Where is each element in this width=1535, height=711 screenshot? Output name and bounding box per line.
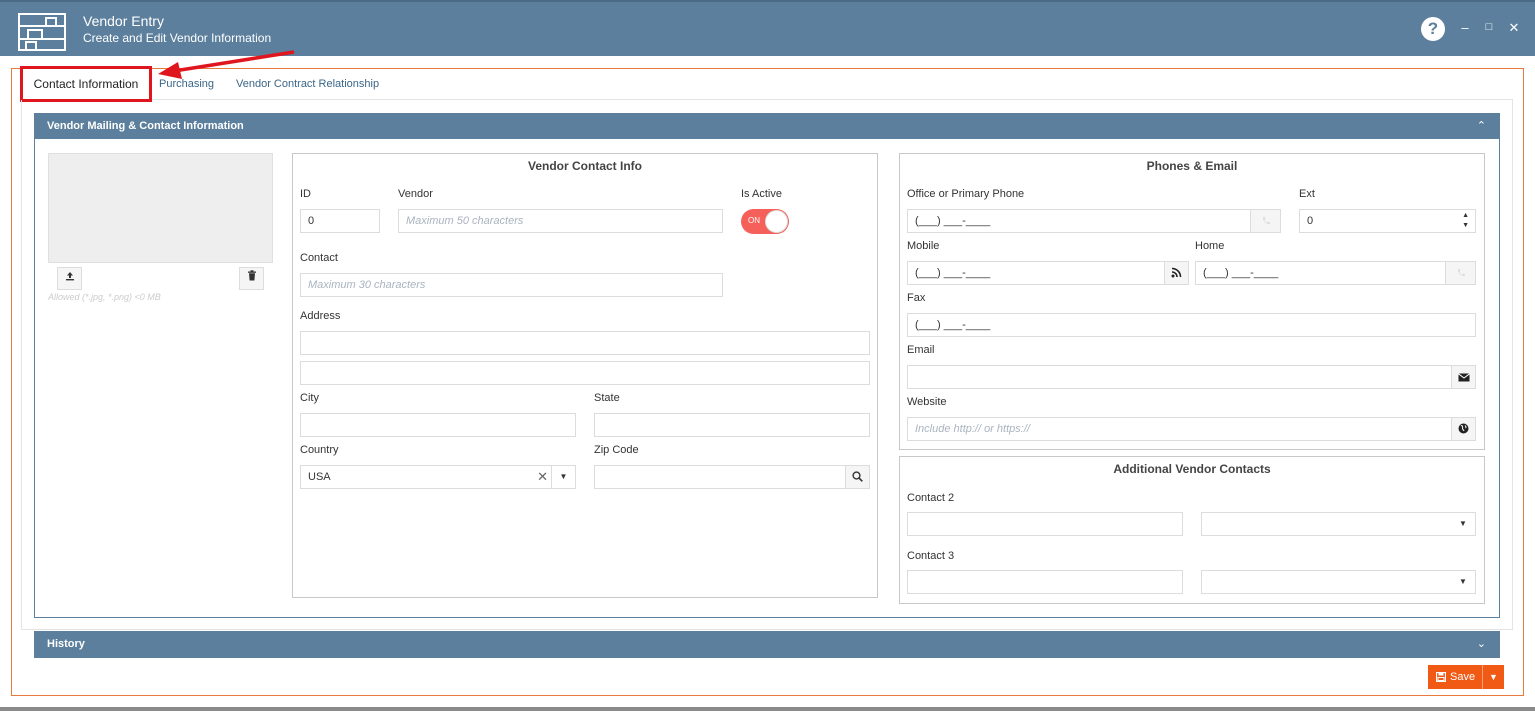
ext-input[interactable]: 0 ▲ ▼ <box>1299 209 1476 233</box>
country-value: USA <box>308 471 331 483</box>
zip-search-button[interactable] <box>845 465 870 489</box>
contact-input[interactable]: Maximum 30 characters <box>300 273 723 297</box>
fax-input[interactable]: (___) ___-____ <box>907 313 1476 337</box>
vendor-input[interactable]: Maximum 50 characters <box>398 209 723 233</box>
contact-label: Contact <box>300 252 338 264</box>
office-phone-mask: (___) ___-____ <box>915 215 991 227</box>
address-line1-input[interactable] <box>300 331 870 355</box>
contact3-label: Contact 3 <box>907 550 955 562</box>
globe-icon <box>1458 423 1469 434</box>
app-subtitle: Create and Edit Vendor Information <box>83 31 272 45</box>
id-input[interactable]: 0 <box>300 209 380 233</box>
upload-image-button[interactable] <box>57 267 82 290</box>
additional-contacts-title: Additional Vendor Contacts <box>1113 462 1271 476</box>
phone-icon <box>1262 217 1270 225</box>
office-phone-label: Office or Primary Phone <box>907 188 1025 200</box>
chevron-up-icon[interactable]: ⌃ <box>1477 113 1486 139</box>
vendor-label: Vendor <box>398 188 433 200</box>
mobile-label: Mobile <box>907 240 940 252</box>
website-placeholder: Include http:// or https:// <box>915 423 1030 435</box>
website-input[interactable]: Include http:// or https:// <box>907 417 1476 441</box>
city-label: City <box>300 392 319 404</box>
delete-image-button[interactable] <box>239 267 264 290</box>
city-input[interactable] <box>300 413 576 437</box>
upload-icon <box>65 272 74 281</box>
mobile-mask: (___) ___-____ <box>915 267 991 279</box>
minimize-button[interactable]: ‒ <box>1457 20 1473 35</box>
contact2-input[interactable] <box>907 512 1183 536</box>
vendor-contact-info-title: Vendor Contact Info <box>528 159 642 173</box>
phone-icon <box>1457 269 1465 277</box>
state-label: State <box>594 392 620 404</box>
email-label: Email <box>907 344 935 356</box>
id-value: 0 <box>308 215 315 227</box>
is-active-toggle[interactable]: ON <box>741 209 789 234</box>
vendor-image-placeholder <box>48 153 273 263</box>
zip-input[interactable] <box>594 465 870 489</box>
envelope-icon <box>1457 373 1470 382</box>
mobile-sms-button[interactable] <box>1164 261 1189 285</box>
warehouse-shelf-icon <box>18 13 66 51</box>
ext-spinner[interactable]: ▲ ▼ <box>1462 211 1469 231</box>
contact2-type-select[interactable]: ▼ <box>1201 512 1476 536</box>
country-label: Country <box>300 444 339 456</box>
home-phone-input[interactable]: (___) ___-____ <box>1195 261 1476 285</box>
contact3-input[interactable] <box>907 570 1183 594</box>
history-panel-title: History <box>47 638 85 650</box>
address-label: Address <box>300 310 341 322</box>
search-icon <box>852 471 863 482</box>
ext-label: Ext <box>1299 188 1315 200</box>
is-active-label: Is Active <box>741 188 782 200</box>
vendor-placeholder: Maximum 50 characters <box>406 215 524 227</box>
home-label: Home <box>1195 240 1225 252</box>
zip-label: Zip Code <box>594 444 639 456</box>
website-label: Website <box>907 396 947 408</box>
ext-value: 0 <box>1307 215 1314 227</box>
maximize-button[interactable]: □ <box>1481 21 1497 33</box>
history-panel-header[interactable]: History ⌄ <box>34 631 1500 658</box>
close-button[interactable]: ✕ <box>1506 20 1522 36</box>
save-button[interactable]: Save ▼ <box>1428 665 1504 689</box>
mailing-panel-title: Vendor Mailing & Contact Information <box>47 120 244 132</box>
fax-label: Fax <box>907 292 926 304</box>
contact3-type-select[interactable]: ▼ <box>1201 570 1476 594</box>
clear-icon[interactable]: ✕ <box>537 466 548 488</box>
chevron-down-icon[interactable]: ⌄ <box>1477 631 1486 658</box>
contact2-label: Contact 2 <box>907 492 955 504</box>
state-input[interactable] <box>594 413 870 437</box>
chevron-down-icon[interactable]: ▼ <box>1451 512 1476 536</box>
contact-placeholder: Maximum 30 characters <box>308 279 426 291</box>
email-input[interactable] <box>907 365 1476 389</box>
rss-icon <box>1171 267 1182 278</box>
app-title: Vendor Entry <box>83 13 164 29</box>
office-phone-input[interactable]: (___) ___-____ <box>907 209 1281 233</box>
home-phone-mask: (___) ___-____ <box>1203 267 1279 279</box>
toggle-knob <box>765 210 788 233</box>
mailing-panel-header[interactable]: Vendor Mailing & Contact Information ⌃ <box>34 113 1500 139</box>
id-label: ID <box>300 188 311 200</box>
fax-mask: (___) ___-____ <box>915 319 991 331</box>
floppy-disk-icon <box>1436 672 1446 682</box>
bottom-edge <box>0 707 1535 711</box>
help-button[interactable]: ? <box>1421 17 1445 41</box>
chevron-down-icon[interactable]: ▼ <box>551 465 576 489</box>
save-label: Save <box>1450 671 1476 683</box>
send-email-button[interactable] <box>1451 365 1476 389</box>
save-options-dropdown[interactable]: ▼ <box>1482 665 1504 689</box>
trash-icon <box>247 270 256 281</box>
mobile-input[interactable]: (___) ___-____ <box>907 261 1189 285</box>
open-website-button[interactable] <box>1451 417 1476 441</box>
chevron-down-icon[interactable]: ▼ <box>1451 570 1476 594</box>
tab-contact-information[interactable]: Contact Information <box>20 66 152 102</box>
country-select[interactable]: USA ✕ ▼ <box>300 465 576 489</box>
allowed-files-hint: Allowed (*.jpg, *.png) <0 MB <box>48 292 161 302</box>
call-home-button[interactable] <box>1445 261 1476 285</box>
call-office-button[interactable] <box>1250 209 1281 233</box>
phones-email-title: Phones & Email <box>1146 159 1238 173</box>
address-line2-input[interactable] <box>300 361 870 385</box>
annotation-arrow-icon <box>158 50 295 79</box>
toggle-on-label: ON <box>748 216 760 225</box>
